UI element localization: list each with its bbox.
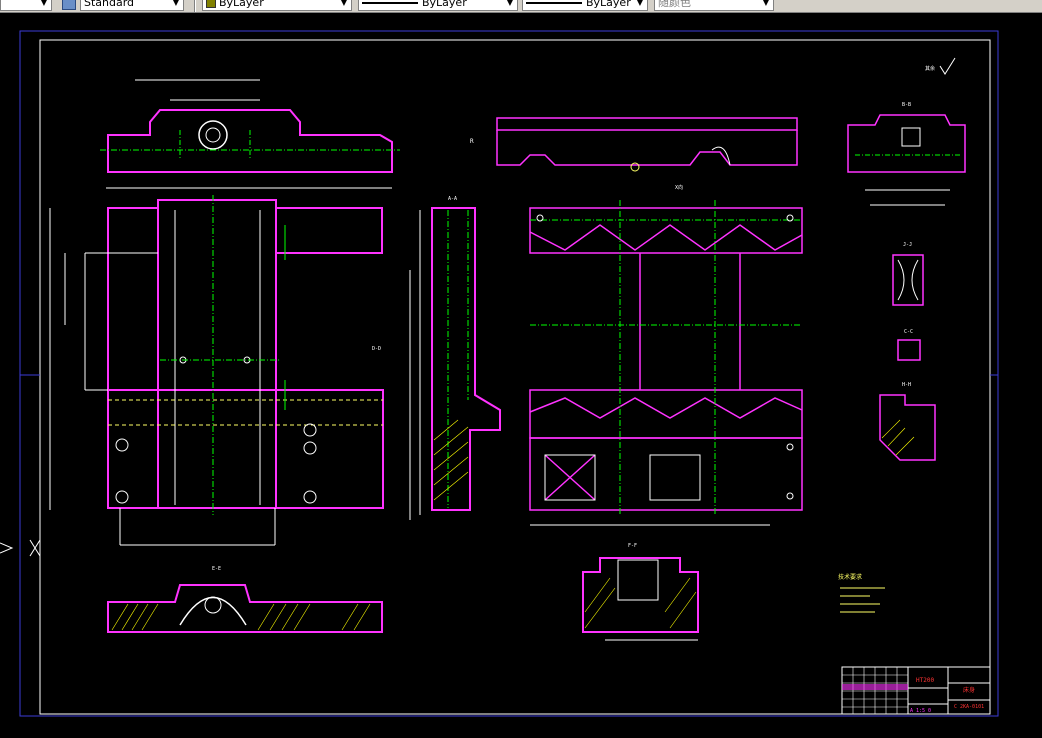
technical-notes: 技术要求 <box>838 573 885 613</box>
text-style-dropdown-standard[interactable]: Standard ▼ <box>80 0 184 11</box>
linetype-preview <box>362 2 418 4</box>
section-f-f-label: F-F <box>628 543 637 549</box>
section-d-d-label: D-D <box>372 346 381 352</box>
view-x-main: X向 <box>529 184 803 526</box>
text-style-label: Standard <box>84 0 135 9</box>
text-style-dropdown[interactable]: ▼ <box>0 0 52 11</box>
section-h-h-label: H-H <box>902 382 911 388</box>
plot-style-dropdown[interactable]: 随颜色 ▼ <box>654 0 774 11</box>
color-value: ByLayer <box>219 0 264 9</box>
section-a-a: A-A <box>409 196 501 520</box>
part-name-label: 床身 <box>963 686 975 694</box>
color-dropdown[interactable]: ByLayer ▼ <box>202 0 352 11</box>
chevron-down-icon: ▼ <box>636 0 644 7</box>
title-block: HT200 床身 C 2KA-0101 A 1:5 0 <box>841 666 991 715</box>
roughness-symbol-icon <box>939 57 956 75</box>
chevron-down-icon: ▼ <box>40 0 48 7</box>
section-e-e-label: E-E <box>212 566 221 572</box>
material-label: HT200 <box>916 677 934 684</box>
section-f-f: F-F <box>582 543 699 641</box>
section-b-b-label: B-B <box>902 102 911 108</box>
drawing-border-outer <box>19 30 999 717</box>
view-x-label: X向 <box>675 184 683 191</box>
chevron-down-icon: ▼ <box>506 0 514 7</box>
section-j-j-label: J-J <box>903 242 912 248</box>
plan-view-main <box>49 195 384 546</box>
linetype-dropdown[interactable]: ByLayer ▼ <box>358 0 518 11</box>
view-r-top: R <box>470 117 798 172</box>
tech-notes-title: 技术要求 <box>838 573 862 581</box>
surface-roughness-note: 其余 <box>925 65 935 72</box>
linetype-value: ByLayer <box>422 0 467 9</box>
view-r-label: R <box>470 138 474 145</box>
lineweight-preview <box>526 2 582 4</box>
section-a-a-label: A-A <box>448 196 457 202</box>
plot-style-value: 随颜色 <box>658 0 691 9</box>
toolbar-separator <box>194 0 196 12</box>
color-swatch <box>206 0 216 8</box>
scale-row-label: A 1:5 0 <box>910 708 931 714</box>
chevron-down-icon: ▼ <box>762 0 770 7</box>
text-style-manager-icon[interactable] <box>62 0 76 10</box>
section-c-c-label: C-C <box>904 329 913 335</box>
drawing-number-label: C 2KA-0101 <box>954 704 984 710</box>
properties-toolbar: ▼ Standard ▼ ByLayer ▼ ByLayer ▼ ByLayer… <box>0 0 1042 13</box>
lineweight-value: ByLayer <box>586 0 631 9</box>
chevron-down-icon: ▼ <box>172 0 180 7</box>
section-e-e: E-E <box>107 566 383 633</box>
top-view-part <box>100 79 400 189</box>
model-space-canvas[interactable]: E-E A-A R X向 F-F B-B J-J C-C H-H D-D 其余 … <box>0 13 1042 738</box>
chevron-down-icon: ▼ <box>340 0 348 7</box>
lineweight-dropdown[interactable]: ByLayer ▼ <box>522 0 648 11</box>
